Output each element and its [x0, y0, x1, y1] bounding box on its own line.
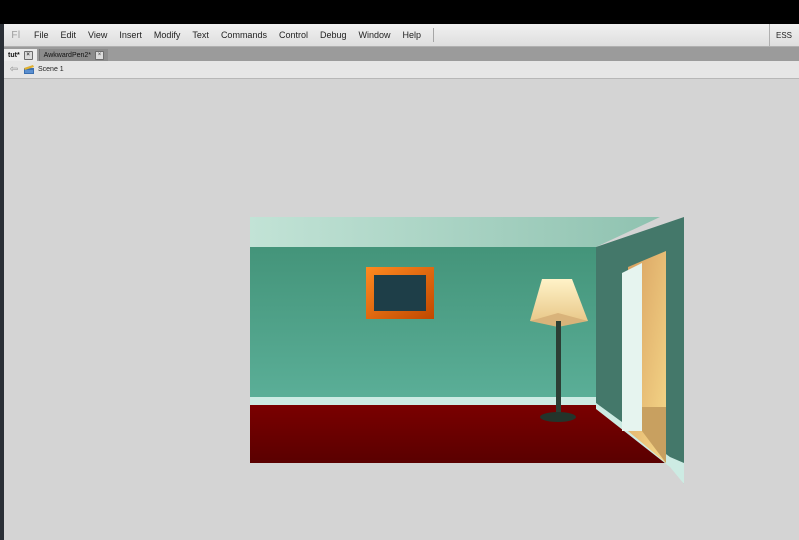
menu-view[interactable]: View: [82, 30, 113, 40]
lamp-pole: [556, 321, 561, 417]
menu-edit[interactable]: Edit: [55, 30, 83, 40]
tab-awkwardpen2[interactable]: AwkwardPen2* ×: [38, 49, 109, 61]
ceiling: [250, 217, 660, 247]
menu-file[interactable]: File: [28, 30, 55, 40]
workspace-switcher[interactable]: ESS: [769, 24, 799, 46]
edit-bar: ⇦ Scene 1: [4, 61, 799, 79]
app-logo: Fl: [11, 29, 21, 41]
menu-text[interactable]: Text: [186, 30, 215, 40]
baseboard: [250, 397, 596, 405]
scene-label[interactable]: Scene 1: [38, 66, 64, 73]
menu-separator: [433, 28, 435, 42]
back-arrow-icon[interactable]: ⇦: [4, 64, 24, 75]
menu-help[interactable]: Help: [397, 30, 428, 40]
menu-commands[interactable]: Commands: [215, 30, 273, 40]
door-jamb: [622, 263, 642, 431]
tab-label: AwkwardPen2*: [43, 51, 92, 59]
tab-label: tut*: [8, 51, 20, 59]
menu-insert[interactable]: Insert: [113, 30, 148, 40]
stage-artwork[interactable]: [250, 217, 684, 484]
picture-canvas: [374, 275, 426, 311]
scene-clapper-icon: [24, 65, 34, 74]
menu-control[interactable]: Control: [273, 30, 314, 40]
lamp-base: [540, 412, 576, 422]
menu-debug[interactable]: Debug: [314, 30, 353, 40]
close-icon[interactable]: ×: [23, 50, 33, 60]
flash-window: Fl File Edit View Insert Modify Text Com…: [4, 24, 799, 540]
close-icon[interactable]: ×: [95, 50, 105, 60]
menu-window[interactable]: Window: [353, 30, 397, 40]
top-black-bar: [0, 0, 799, 24]
tab-tut[interactable]: tut* ×: [4, 49, 37, 61]
menu-modify[interactable]: Modify: [148, 30, 187, 40]
menu-bar: Fl File Edit View Insert Modify Text Com…: [4, 24, 799, 47]
document-tab-bar: tut* × AwkwardPen2* ×: [4, 47, 799, 61]
